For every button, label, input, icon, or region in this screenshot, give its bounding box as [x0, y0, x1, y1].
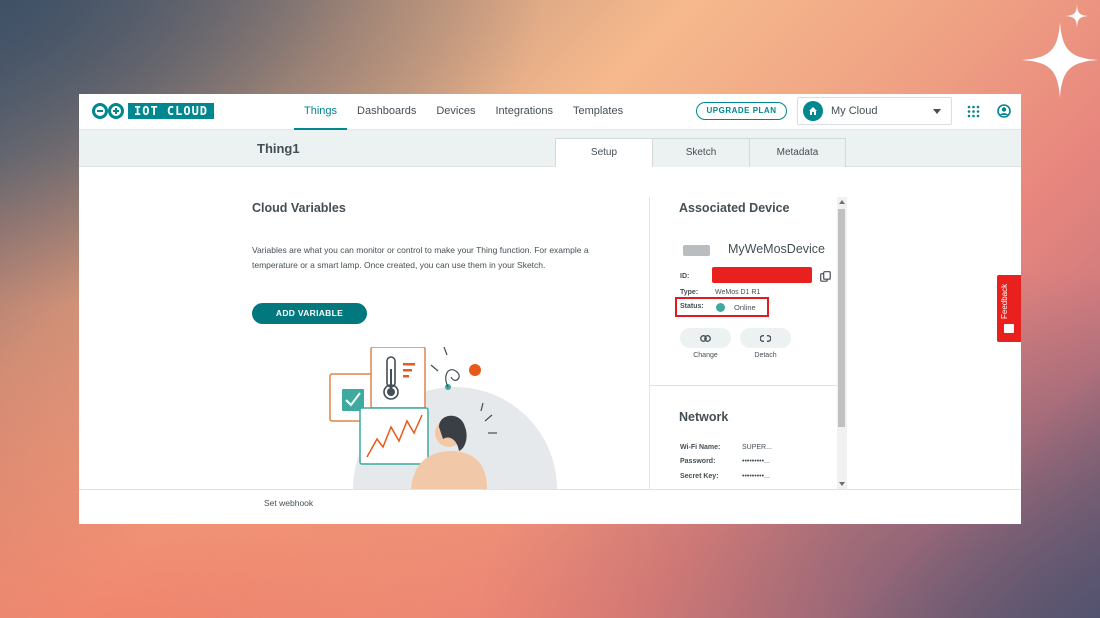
unlink-icon	[760, 334, 771, 342]
copy-icon[interactable]	[820, 271, 831, 282]
top-navigation-bar: IOT CLOUD Things Dashboards Devices Inte…	[79, 94, 1021, 130]
scroll-down-icon[interactable]	[839, 482, 845, 486]
device-type-label: Type:	[680, 289, 699, 296]
device-status-value: Online	[734, 303, 756, 312]
device-type-row: Type: WeMos D1 R1	[680, 289, 760, 296]
scroll-up-icon[interactable]	[839, 200, 845, 204]
cloud-variables-description: Variables are what you can monitor or co…	[252, 245, 589, 270]
tab-sketch[interactable]: Sketch	[652, 138, 750, 167]
feedback-icon	[1004, 324, 1014, 333]
space-selector[interactable]: My Cloud	[797, 97, 952, 125]
user-account-icon[interactable]	[997, 104, 1011, 118]
tab-metadata[interactable]: Metadata	[749, 138, 846, 167]
nav-templates[interactable]: Templates	[563, 94, 633, 130]
associated-device-title: Associated Device	[679, 201, 790, 215]
feedback-button[interactable]: Feedback	[997, 275, 1021, 342]
tab-setup[interactable]: Setup	[555, 138, 653, 168]
device-id-redacted	[712, 267, 812, 283]
thing-title[interactable]: Thing1	[257, 141, 300, 156]
network-title: Network	[679, 410, 729, 424]
main-nav: Things Dashboards Devices Integrations T…	[294, 94, 633, 130]
nav-things[interactable]: Things	[294, 94, 348, 130]
detach-label: Detach	[754, 352, 777, 359]
secret-key-label: Secret Key:	[680, 473, 719, 480]
feedback-label: Feedback	[1000, 283, 1009, 319]
thing-header: Thing1 Setup Sketch Metadata	[79, 130, 1021, 168]
status-online-dot	[716, 303, 725, 312]
wifi-name-label: Wi-Fi Name:	[680, 444, 721, 451]
network-row: Secret Key: •••••••••...	[680, 473, 770, 480]
device-id-label: ID:	[680, 273, 690, 280]
device-name[interactable]: MyWeMosDevice	[728, 242, 825, 256]
device-type-value: WeMos D1 R1	[715, 289, 761, 296]
logo-text: IOT CLOUD	[128, 103, 215, 119]
device-panel: Associated Device MyWeMosDevice ID: Type…	[649, 197, 838, 489]
arduino-logo[interactable]: IOT CLOUD	[91, 102, 215, 120]
change-label: Change	[693, 352, 718, 359]
add-variable-button[interactable]: ADD VARIABLE	[252, 303, 367, 324]
arduino-infinity-icon	[92, 103, 124, 119]
device-id-row: ID:	[680, 273, 715, 280]
nav-dashboards[interactable]: Dashboards	[347, 94, 426, 130]
password-label: Password:	[680, 458, 716, 465]
password-value: •••••••••...	[742, 458, 770, 465]
network-row: Wi-Fi Name: SUPER...	[680, 444, 772, 451]
panel-scrollbar[interactable]	[837, 197, 847, 489]
secret-key-value: •••••••••...	[742, 473, 770, 480]
set-webhook-link[interactable]: Set webhook	[264, 498, 313, 508]
iot-cloud-window: IOT CLOUD Things Dashboards Devices Inte…	[79, 94, 1021, 524]
setup-content: Cloud Variables Variables are what you c…	[79, 167, 1021, 489]
space-label: My Cloud	[831, 105, 878, 117]
footer-bar: Set webhook	[79, 489, 1021, 524]
cloud-variables-title: Cloud Variables	[252, 201, 346, 215]
network-row: Password: •••••••••...	[680, 458, 770, 465]
sparkle-large-icon	[1022, 22, 1098, 98]
detach-device-button[interactable]	[740, 328, 791, 348]
sparkle-small-icon	[1066, 4, 1088, 28]
wifi-name-value: SUPER...	[742, 444, 772, 451]
link-icon	[700, 334, 711, 342]
upgrade-plan-button[interactable]: UPGRADE PLAN	[696, 102, 787, 120]
chevron-down-icon	[933, 108, 941, 114]
empty-state-illustration	[329, 347, 557, 489]
change-device-button[interactable]	[680, 328, 731, 348]
thing-tabs: Setup Sketch Metadata	[555, 138, 846, 168]
device-board-icon	[683, 245, 710, 256]
nav-devices[interactable]: Devices	[426, 94, 485, 130]
home-icon	[803, 101, 823, 121]
panel-divider	[650, 385, 838, 386]
nav-integrations[interactable]: Integrations	[485, 94, 562, 130]
scroll-thumb[interactable]	[838, 209, 845, 427]
apps-grid-icon[interactable]	[967, 105, 980, 118]
